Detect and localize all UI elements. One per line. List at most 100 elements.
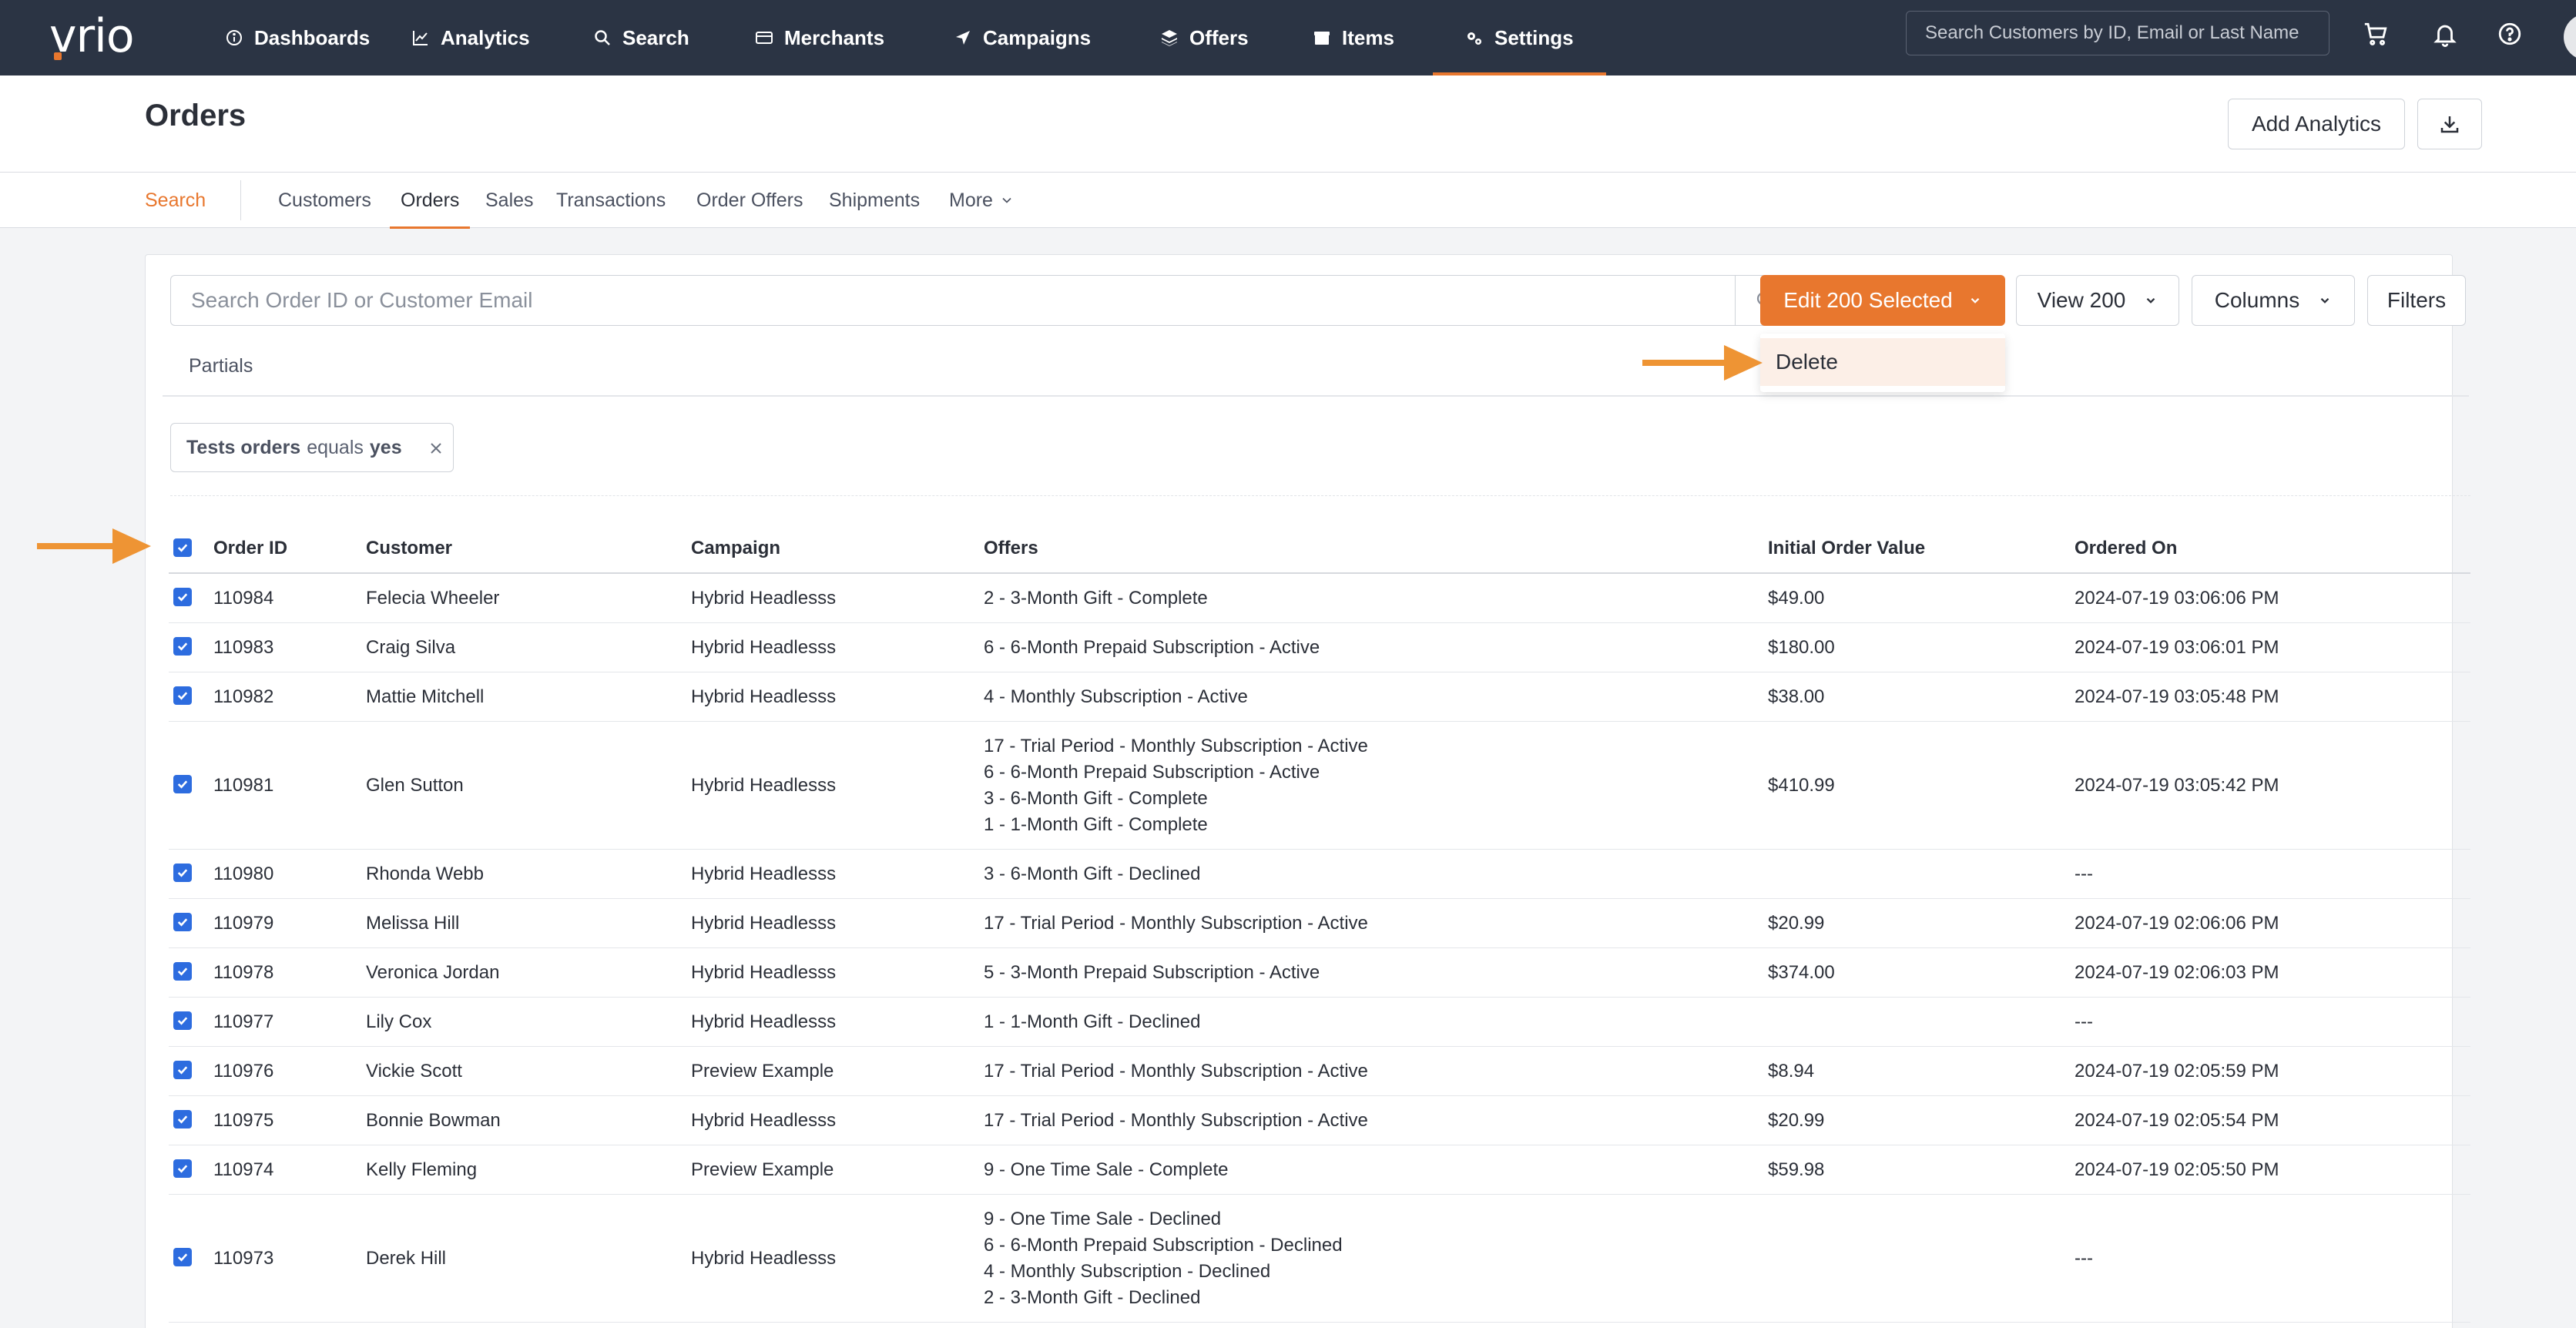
order-id-cell[interactable]: 110975 bbox=[213, 1096, 273, 1145]
nav-dashboards[interactable]: Dashboards bbox=[225, 0, 370, 75]
nav-search[interactable]: Search bbox=[593, 0, 689, 75]
tab-orders[interactable]: Orders bbox=[389, 173, 471, 229]
header-campaign[interactable]: Campaign bbox=[691, 525, 780, 572]
row-checkbox[interactable] bbox=[173, 1159, 192, 1178]
table-row[interactable]: 110981 Glen Sutton Hybrid Headlesss 17 - Tr… bbox=[169, 722, 2470, 850]
nav-dashboards-label: Dashboards bbox=[254, 25, 371, 49]
table-row[interactable]: 110974 Kelly Fleming Preview Example 9 - On… bbox=[169, 1145, 2470, 1195]
nav-offers[interactable]: Offers bbox=[1160, 0, 1249, 75]
initial-order-value-cell: $38.00 bbox=[1768, 686, 1825, 707]
nav-analytics[interactable]: Analytics bbox=[411, 0, 530, 75]
order-id-cell[interactable]: 110977 bbox=[213, 998, 273, 1046]
tab-more[interactable]: More bbox=[949, 173, 1015, 228]
notifications-button[interactable] bbox=[2428, 17, 2462, 51]
table-row[interactable]: 110980 Rhonda Webb Hybrid Headlesss 3 - 6-M… bbox=[169, 850, 2470, 899]
add-analytics-button[interactable]: Add Analytics bbox=[2228, 99, 2405, 149]
tab-shipments[interactable]: Shipments bbox=[829, 173, 920, 228]
order-id-cell[interactable]: 110973 bbox=[213, 1195, 273, 1322]
nav-campaigns[interactable]: Campaigns bbox=[954, 0, 1091, 75]
initial-order-value-cell: $20.99 bbox=[1768, 1109, 1825, 1131]
order-id-cell[interactable]: 110981 bbox=[213, 722, 273, 849]
customer-cell[interactable]: Derek Hill bbox=[366, 1195, 446, 1322]
order-id-cell[interactable]: 110983 bbox=[213, 623, 273, 672]
order-id-cell[interactable]: 110979 bbox=[213, 899, 273, 947]
filters-button[interactable]: Filters bbox=[2367, 275, 2466, 326]
nav-merchants[interactable]: Merchants bbox=[755, 0, 884, 75]
user-avatar[interactable] bbox=[2564, 14, 2576, 60]
row-checkbox[interactable] bbox=[173, 962, 192, 981]
filter-chip[interactable]: Tests orders equals yes bbox=[170, 423, 454, 472]
order-id-cell[interactable]: 110974 bbox=[213, 1145, 273, 1194]
customer-cell[interactable]: Rhonda Webb bbox=[366, 850, 484, 898]
initial-order-value-cell: $374.00 bbox=[1768, 961, 1835, 983]
row-checkbox[interactable] bbox=[173, 637, 192, 656]
header-initial-order-value[interactable]: Initial Order Value bbox=[1768, 525, 1925, 572]
select-all-checkbox[interactable] bbox=[173, 538, 192, 557]
order-id-cell[interactable]: 110980 bbox=[213, 850, 273, 898]
tab-order-offers[interactable]: Order Offers bbox=[696, 173, 803, 228]
customer-cell[interactable]: Glen Sutton bbox=[366, 722, 464, 849]
customer-cell[interactable]: Craig Silva bbox=[366, 623, 455, 672]
row-checkbox[interactable] bbox=[173, 686, 192, 705]
columns-select[interactable]: Columns bbox=[2192, 275, 2355, 326]
customer-cell[interactable]: Kelly Fleming bbox=[366, 1145, 477, 1194]
customer-cell[interactable]: Vickie Scott bbox=[366, 1047, 462, 1095]
tab-customers[interactable]: Customers bbox=[278, 173, 371, 228]
row-checkbox[interactable] bbox=[173, 864, 192, 882]
table-row[interactable]: 110975 Bonnie Bowman Hybrid Headlesss 17 - … bbox=[169, 1096, 2470, 1145]
vrio-logo[interactable]: vrio bbox=[49, 9, 135, 63]
order-id-cell[interactable]: 110976 bbox=[213, 1047, 273, 1095]
edit-selected-button[interactable]: Edit 200 Selected bbox=[1760, 275, 2005, 326]
download-button[interactable] bbox=[2417, 99, 2482, 149]
delete-menu-item[interactable]: Delete bbox=[1760, 338, 2005, 386]
initial-order-value-cell: $8.94 bbox=[1768, 1060, 1815, 1082]
tab-search[interactable]: Search bbox=[145, 173, 206, 228]
gears-icon bbox=[1467, 32, 1481, 45]
table-row[interactable]: 110979 Melissa Hill Hybrid Headlesss 17 - T… bbox=[169, 899, 2470, 948]
row-checkbox[interactable] bbox=[173, 1110, 192, 1128]
customer-cell[interactable]: Bonnie Bowman bbox=[366, 1096, 501, 1145]
row-checkbox[interactable] bbox=[173, 913, 192, 931]
row-checkbox[interactable] bbox=[173, 588, 192, 606]
nav-settings[interactable]: Settings bbox=[1433, 0, 1606, 75]
customer-cell[interactable]: Veronica Jordan bbox=[366, 948, 499, 997]
customer-cell[interactable]: Lily Cox bbox=[366, 998, 431, 1046]
tab-transactions[interactable]: Transactions bbox=[556, 173, 666, 228]
customer-cell[interactable]: Felecia Wheeler bbox=[366, 574, 499, 622]
header-ordered-on[interactable]: Ordered On bbox=[2075, 525, 2177, 572]
table-row[interactable]: 110984 Felecia Wheeler Hybrid Headlesss 2 -… bbox=[169, 574, 2470, 623]
row-checkbox[interactable] bbox=[173, 1011, 192, 1030]
order-id-cell[interactable]: 110984 bbox=[213, 574, 273, 622]
table-row[interactable]: 110977 Lily Cox Hybrid Headlesss 1 - 1-Mont… bbox=[169, 998, 2470, 1047]
header-order-id[interactable]: Order ID bbox=[213, 525, 287, 572]
row-checkbox[interactable] bbox=[173, 775, 192, 793]
offers-cell: 6 - 6-Month Prepaid Subscription - Activ… bbox=[984, 623, 1320, 672]
initial-order-value-cell: $49.00 bbox=[1768, 587, 1825, 609]
check-icon bbox=[177, 544, 188, 552]
order-id-cell[interactable]: 110982 bbox=[213, 672, 273, 721]
global-search-input[interactable]: Search Customers by ID, Email or Last Na… bbox=[1906, 11, 2329, 55]
close-icon[interactable] bbox=[427, 439, 445, 458]
header-offers[interactable]: Offers bbox=[984, 525, 1038, 572]
order-search-input[interactable]: Search Order ID or Customer Email bbox=[170, 275, 1736, 326]
table-row[interactable]: 110978 Veronica Jordan Hybrid Headlesss 5 -… bbox=[169, 948, 2470, 998]
table-row[interactable]: 110976 Vickie Scott Preview Example 17 - Tr… bbox=[169, 1047, 2470, 1096]
table-row[interactable]: 110983 Craig Silva Hybrid Headlesss 6 - 6-M… bbox=[169, 623, 2470, 672]
order-id-cell[interactable]: 110978 bbox=[213, 948, 273, 997]
table-row[interactable]: 110982 Mattie Mitchell Hybrid Headlesss 4 -… bbox=[169, 672, 2470, 722]
filter-operator: equals bbox=[307, 436, 364, 458]
view-count-select[interactable]: View 200 bbox=[2016, 275, 2179, 326]
tab-partials[interactable]: Partials bbox=[189, 343, 253, 389]
help-button[interactable] bbox=[2493, 17, 2527, 51]
row-checkbox[interactable] bbox=[173, 1061, 192, 1079]
customer-cell[interactable]: Mattie Mitchell bbox=[366, 672, 484, 721]
row-checkbox[interactable] bbox=[173, 1248, 192, 1266]
tab-sales[interactable]: Sales bbox=[485, 173, 534, 228]
header-customer[interactable]: Customer bbox=[366, 525, 452, 572]
table-row[interactable]: 110973 Derek Hill Hybrid Headlesss 9 - One … bbox=[169, 1195, 2470, 1323]
offer-line: 4 - Monthly Subscription - Active bbox=[984, 686, 1248, 707]
check-icon bbox=[177, 1253, 188, 1262]
nav-items[interactable]: Items bbox=[1313, 0, 1394, 75]
cart-button[interactable] bbox=[2359, 17, 2393, 51]
customer-cell[interactable]: Melissa Hill bbox=[366, 899, 459, 947]
